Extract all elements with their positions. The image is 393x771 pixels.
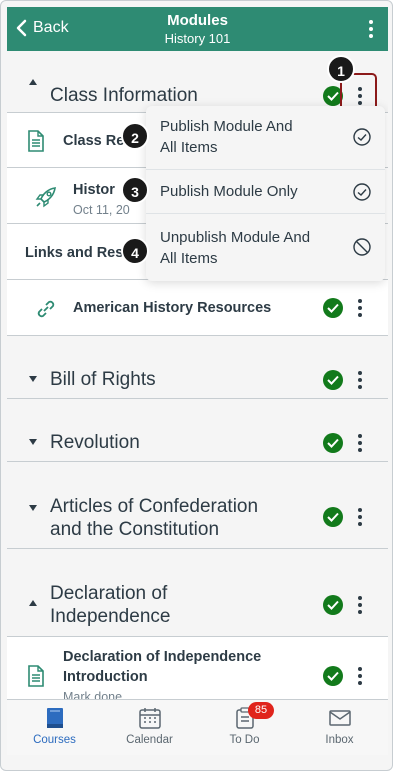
rocket-icon — [35, 187, 56, 208]
more-options-icon[interactable] — [368, 20, 374, 38]
tab-label: Inbox — [325, 734, 354, 746]
module-options-icon[interactable] — [357, 596, 363, 614]
module-options-icon[interactable] — [357, 508, 363, 526]
option-label: Publish Module Only — [160, 183, 298, 200]
publish-module-only-option[interactable]: Publish Module Only — [146, 170, 385, 214]
subheader-title: Links and Reso — [25, 245, 133, 261]
tab-inbox[interactable]: Inbox — [292, 700, 387, 756]
module-header-revolution[interactable]: Revolution — [7, 399, 388, 462]
step-marker-1: 1 — [327, 55, 355, 83]
expand-triangle-icon[interactable] — [29, 439, 37, 445]
published-check-icon[interactable] — [323, 370, 343, 390]
item-title-line2: Introduction — [63, 669, 148, 685]
expand-triangle-icon[interactable] — [29, 376, 37, 382]
mark-done-label[interactable]: Mark done — [63, 690, 122, 699]
collapse-triangle-icon[interactable] — [29, 79, 37, 85]
tab-todo[interactable]: 85 To Do — [197, 700, 292, 756]
option-label-line2: All Items — [160, 250, 218, 267]
book-icon — [47, 708, 63, 728]
unpublish-module-and-items-option[interactable]: Unpublish Module And All Items — [146, 214, 385, 281]
link-icon — [37, 300, 55, 318]
item-date: Oct 11, 20 — [73, 203, 130, 217]
module-header-articles-of-confederation[interactable]: Articles of Confederation and the Consti… — [7, 462, 388, 549]
tab-courses[interactable]: Courses — [7, 700, 102, 756]
option-label-line1: Publish Module And — [160, 118, 293, 135]
module-options-icon[interactable] — [357, 371, 363, 389]
publish-module-and-items-option[interactable]: Publish Module And All Items — [146, 106, 385, 170]
item-title-line1: Declaration of Independence — [63, 649, 262, 665]
app-frame: Back Modules History 101 Class Informati… — [0, 0, 393, 771]
module-title-line2: and the Constitution — [50, 519, 220, 540]
item-title: Class Re — [63, 133, 125, 149]
envelope-icon — [329, 710, 351, 726]
published-check-icon[interactable] — [323, 507, 343, 527]
document-icon — [28, 665, 44, 687]
tab-calendar[interactable]: Calendar — [102, 700, 197, 756]
module-title-line2: Independence — [50, 606, 171, 627]
step-marker-3: 3 — [121, 176, 149, 204]
no-entry-icon — [353, 238, 371, 256]
step-marker-4: 4 — [121, 237, 149, 265]
module-header-declaration-of-independence[interactable]: Declaration of Independence — [7, 549, 388, 637]
item-options-icon[interactable] — [357, 299, 363, 317]
published-check-icon[interactable] — [323, 298, 343, 318]
item-title: American History Resources — [73, 300, 272, 316]
module-title: Bill of Rights — [50, 369, 156, 390]
modules-list: Class Information Class Re Histor Oct 11… — [7, 51, 388, 699]
published-check-icon[interactable] — [323, 666, 343, 686]
item-title: Histor — [73, 182, 115, 198]
tab-label: Calendar — [126, 734, 173, 746]
page-title: Modules History 101 — [7, 12, 388, 48]
list-item[interactable]: Declaration of Independence Introduction… — [7, 637, 388, 699]
option-label-line1: Unpublish Module And — [160, 229, 311, 246]
list-item[interactable]: American History Resources — [7, 280, 388, 336]
step-marker-2: 2 — [121, 122, 149, 150]
module-title-line1: Declaration of — [50, 583, 168, 604]
nav-bar: Back Modules History 101 — [7, 7, 388, 51]
module-options-icon[interactable] — [357, 434, 363, 452]
published-check-icon[interactable] — [323, 595, 343, 615]
document-icon — [28, 130, 44, 152]
module-title: Revolution — [50, 432, 140, 453]
publish-options-menu: Publish Module And All Items Publish Mod… — [146, 106, 385, 281]
page-subtitle: History 101 — [164, 31, 231, 46]
expand-triangle-icon[interactable] — [29, 505, 37, 511]
module-header-bill-of-rights[interactable]: Bill of Rights — [7, 336, 388, 399]
item-options-icon[interactable] — [357, 667, 363, 685]
page-title-text: Modules — [167, 12, 228, 29]
published-check-icon[interactable] — [323, 433, 343, 453]
tab-bar: Courses Calendar 85 To Do Inbox — [7, 699, 388, 755]
tab-label: Courses — [33, 734, 76, 746]
todo-count-badge: 85 — [248, 702, 274, 719]
check-circle-icon — [353, 128, 371, 146]
calendar-icon — [139, 708, 161, 729]
tab-label: To Do — [229, 734, 260, 746]
module-title: Class Information — [50, 85, 198, 106]
module-title-line1: Articles of Confederation — [50, 496, 259, 517]
collapse-triangle-icon[interactable] — [29, 600, 37, 606]
option-label-line2: All Items — [160, 139, 218, 156]
check-circle-icon — [353, 183, 371, 201]
